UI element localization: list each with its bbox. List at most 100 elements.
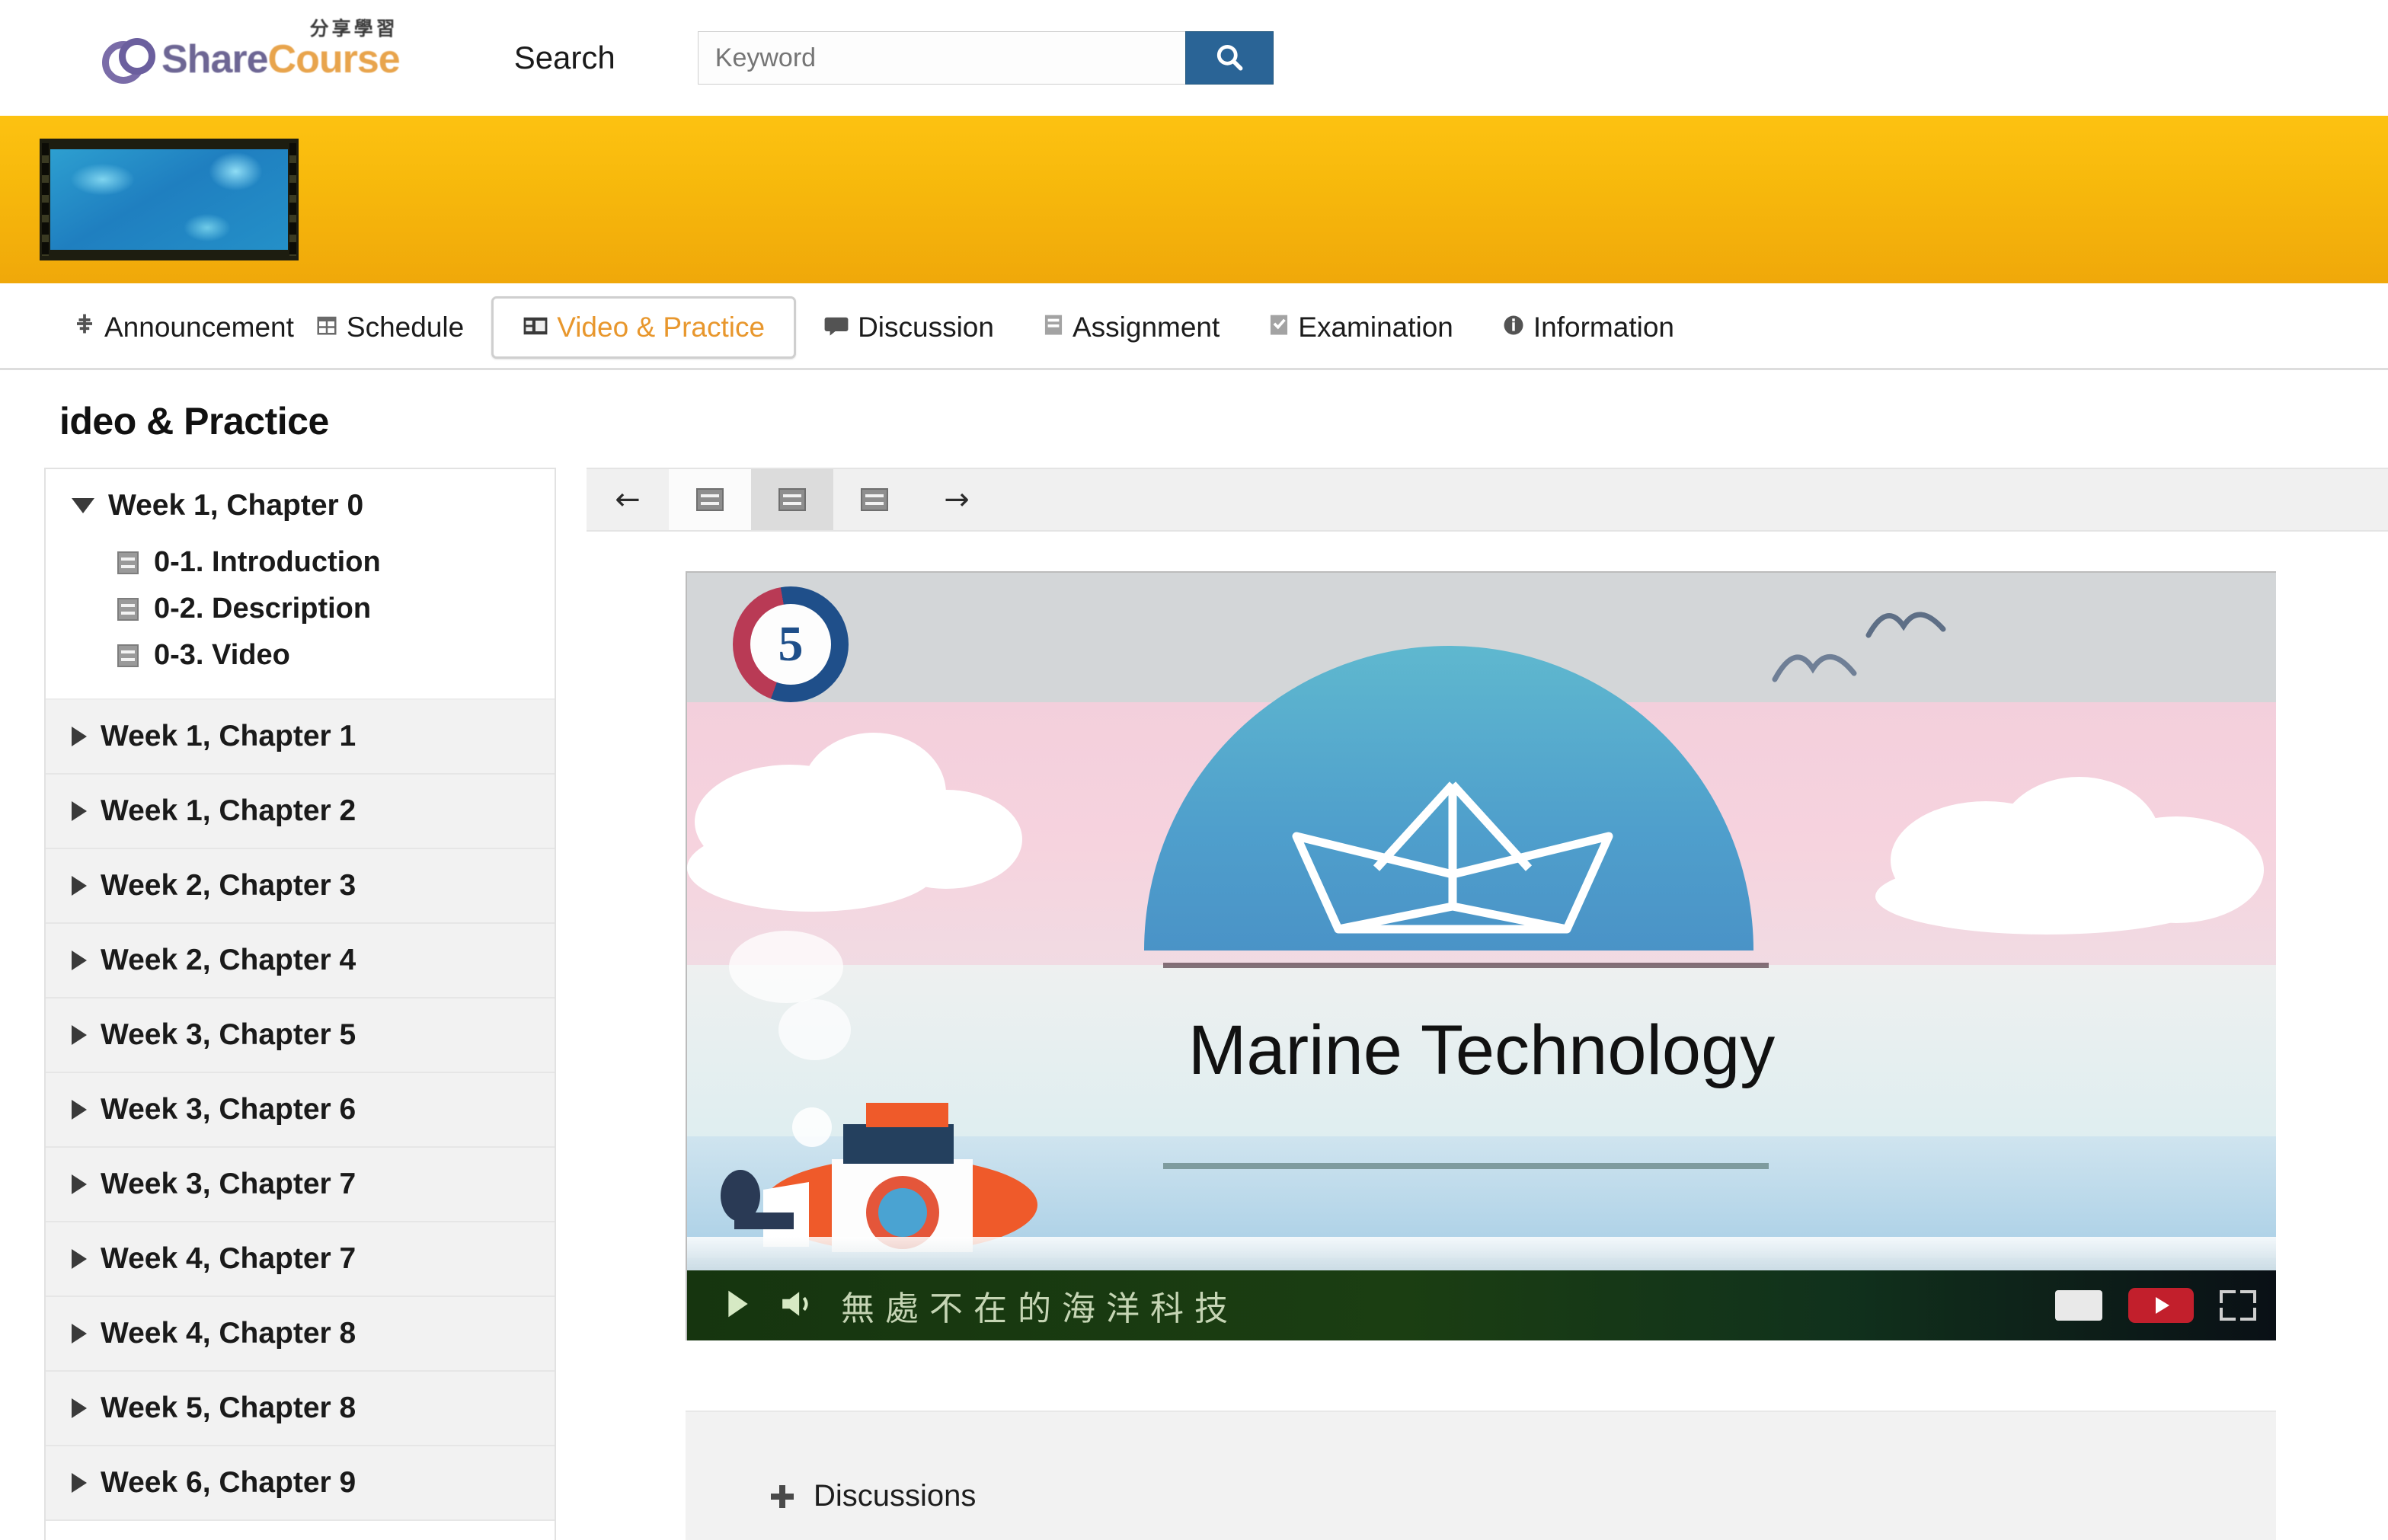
sidebar-item-0-3[interactable]: 0-3. Video [46, 632, 555, 679]
megaphone-icon [73, 311, 96, 343]
chevron-right-icon [72, 801, 87, 821]
tab-assignment-label: Assignment [1072, 311, 1220, 343]
sidebar-chapter-11-label: Week 6, Chapter 9 [101, 1466, 356, 1499]
tab-schedule-label: Schedule [346, 311, 465, 343]
prev-slide-button[interactable]: ← [587, 469, 669, 530]
slide-button-1[interactable] [669, 469, 751, 530]
sidebar-chapter-6[interactable]: Week 3, Chapter 6 [46, 1073, 555, 1148]
course-thumbnail-image [50, 149, 288, 250]
paper-boat-icon [1274, 777, 1632, 944]
sidebar-item-0-1-label: 0-1. Introduction [154, 546, 381, 578]
logo-rings-icon [99, 37, 155, 84]
play-icon[interactable] [724, 1288, 753, 1324]
cloud-shape [687, 824, 938, 912]
chevron-right-icon [72, 1100, 87, 1120]
sidebar-chapter-2[interactable]: Week 1, Chapter 2 [46, 775, 555, 849]
sidebar-chapter-8-label: Week 4, Chapter 7 [101, 1242, 356, 1275]
seagull-icon [1864, 596, 1948, 660]
title-rule-top [1163, 963, 1769, 968]
exam-icon [1268, 312, 1290, 343]
discussions-label: Discussions [814, 1479, 977, 1513]
university-emblem: 5 [733, 586, 849, 702]
info-icon [1502, 312, 1525, 343]
next-slide-button[interactable]: → [916, 469, 998, 530]
chapter-sidebar: Week 1, Chapter 0 0-1. Introduction 0-2.… [44, 468, 556, 1540]
captions-icon[interactable] [2055, 1290, 2102, 1321]
slide-title: Marine Technology [1188, 1011, 1776, 1089]
sidebar-chapter-6-label: Week 3, Chapter 6 [101, 1093, 356, 1126]
slide-icon [117, 551, 139, 574]
tab-announcement[interactable]: Announcement [62, 298, 305, 357]
tab-discussion-label: Discussion [858, 311, 994, 343]
sidebar-chapter-3-label: Week 2, Chapter 3 [101, 869, 356, 902]
search-input[interactable] [697, 31, 1185, 85]
volume-icon[interactable] [780, 1289, 814, 1323]
sidebar-chapter-9[interactable]: Week 4, Chapter 8 [46, 1297, 555, 1372]
slide-button-3[interactable] [833, 469, 916, 530]
tab-video-practice-label: Video & Practice [557, 311, 766, 343]
logo-share-text: Share [161, 37, 269, 81]
discussions-toggle[interactable]: Discussions [686, 1479, 2276, 1513]
sidebar-chapter-1-label: Week 1, Chapter 1 [101, 720, 356, 752]
search-box [697, 31, 1274, 85]
course-nav-tabs: Announcement Schedule Video & Practice D… [0, 286, 2388, 370]
slide-button-2[interactable] [751, 469, 833, 530]
chevron-right-icon [72, 1398, 87, 1418]
sharecourse-logo[interactable]: ShareCourse 分享學習 [99, 20, 401, 84]
chevron-right-icon [72, 1473, 87, 1493]
calendar-icon [315, 312, 338, 343]
video-controls-bar: 無處不在的海洋科技 [687, 1270, 2276, 1340]
video-title-caption: 無處不在的海洋科技 [841, 1289, 1239, 1328]
sidebar-chapter-4-label: Week 2, Chapter 4 [101, 944, 356, 976]
chevron-right-icon [72, 1174, 87, 1194]
tab-announcement-label: Announcement [104, 311, 294, 343]
top-bar: ShareCourse 分享學習 Search [0, 0, 2388, 116]
slide-navigation-toolbar: ← → [587, 469, 2388, 532]
chevron-right-icon [72, 1249, 87, 1269]
sidebar-chapter-8[interactable]: Week 4, Chapter 7 [46, 1222, 555, 1297]
sidebar-chapter-5[interactable]: Week 3, Chapter 5 [46, 998, 555, 1073]
sidebar-chapter-0-label: Week 1, Chapter 0 [108, 489, 364, 522]
clipboard-icon [1043, 312, 1064, 343]
logo-chinese-text: 分享學習 [309, 18, 398, 40]
sidebar-chapter-11[interactable]: Week 6, Chapter 9 [46, 1446, 555, 1521]
slide-icon [778, 488, 806, 511]
sidebar-chapter-4[interactable]: Week 2, Chapter 4 [46, 924, 555, 998]
chevron-right-icon [72, 1025, 87, 1045]
tab-schedule[interactable]: Schedule [305, 298, 475, 357]
fullscreen-icon[interactable] [2220, 1290, 2256, 1321]
sidebar-chapter-0[interactable]: Week 1, Chapter 0 0-1. Introduction 0-2.… [46, 469, 555, 700]
sidebar-chapter-3[interactable]: Week 2, Chapter 3 [46, 849, 555, 924]
tab-video-practice[interactable]: Video & Practice [491, 296, 797, 359]
sidebar-chapter-7[interactable]: Week 3, Chapter 7 [46, 1148, 555, 1222]
course-thumbnail[interactable] [40, 139, 299, 260]
youtube-logo-icon[interactable] [2128, 1288, 2194, 1323]
sidebar-chapter-5-label: Week 3, Chapter 5 [101, 1018, 356, 1051]
slide-icon [696, 488, 724, 511]
tab-examination[interactable]: Examination [1258, 298, 1464, 357]
film-perforation-right [289, 143, 296, 256]
tab-information[interactable]: Information [1491, 298, 1685, 357]
chevron-right-icon [72, 727, 87, 746]
video-player-area: 5 Marine Technology 無處不在的海洋科技 Discussion… [587, 532, 2388, 1540]
sidebar-item-0-2[interactable]: 0-2. Description [46, 586, 555, 632]
arrow-right-icon: → [944, 482, 970, 517]
sidebar-item-0-1[interactable]: 0-1. Introduction [46, 539, 555, 586]
sidebar-chapter-10[interactable]: Week 5, Chapter 8 [46, 1372, 555, 1446]
sidebar-item-0-3-label: 0-3. Video [154, 639, 290, 671]
page-title: ideo & Practice [59, 400, 329, 443]
tab-discussion[interactable]: Discussion [813, 298, 1005, 357]
sidebar-chapter-1[interactable]: Week 1, Chapter 1 [46, 700, 555, 775]
tab-assignment[interactable]: Assignment [1032, 298, 1230, 357]
sidebar-chapter-0-items: 0-1. Introduction 0-2. Description 0-3. … [46, 536, 555, 698]
video-player[interactable]: 5 Marine Technology 無處不在的海洋科技 [686, 571, 2276, 1340]
seagull-icon [1769, 634, 1860, 706]
chevron-right-icon [72, 1324, 87, 1344]
chevron-down-icon [72, 498, 94, 513]
sidebar-chapter-0-header[interactable]: Week 1, Chapter 0 [46, 469, 555, 536]
search-button[interactable] [1184, 31, 1274, 85]
plus-icon [771, 1484, 794, 1508]
university-emblem-text: 5 [750, 604, 831, 685]
film-icon [523, 312, 548, 343]
sidebar-chapter-9-label: Week 4, Chapter 8 [101, 1317, 356, 1350]
